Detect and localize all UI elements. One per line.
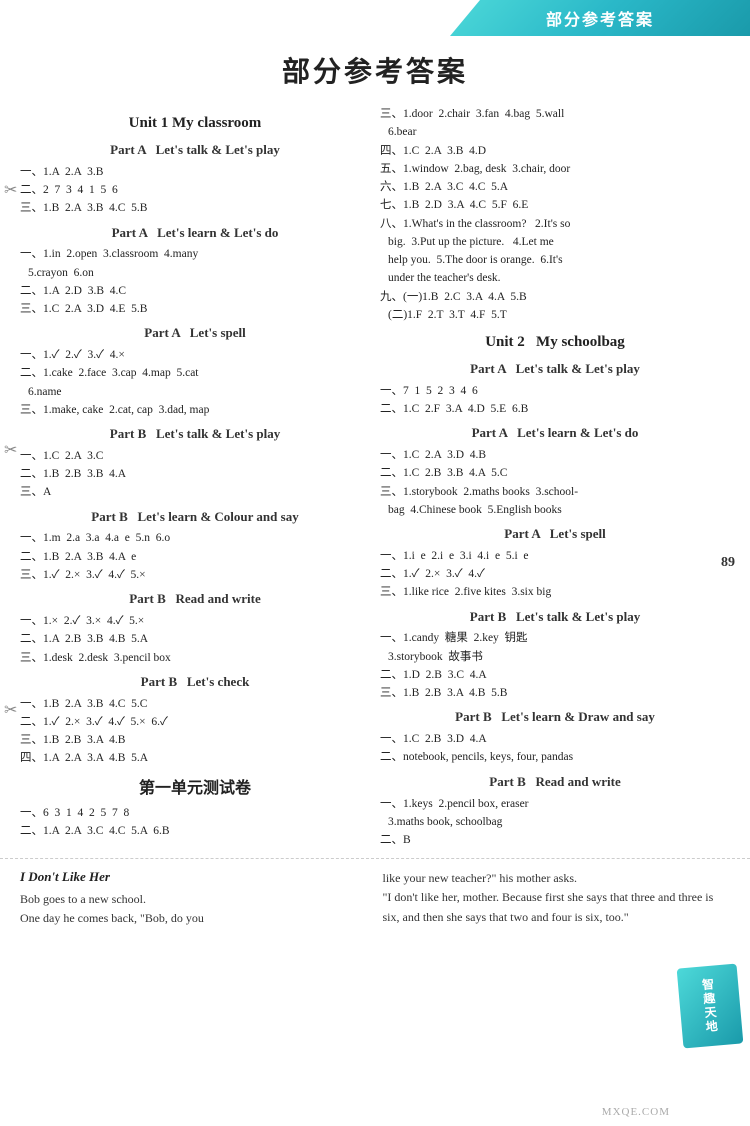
page-container: 部分参考答案 部分参考答案 Unit 1 My classroom Part A… [0, 0, 750, 1126]
chinese-unit-title: 第一单元测试卷 [20, 776, 370, 802]
section-title-r4: Part B Let's talk & Let's play [380, 607, 730, 628]
section-title-3: Part A Let's spell [20, 323, 370, 344]
answer-line: 二、notebook, pencils, keys, four, pandas [380, 749, 730, 766]
answer-line: 二、B [380, 832, 730, 849]
section-title-r5: Part B Let's learn & Draw and say [380, 707, 730, 728]
answer-line: 一、1.C 2.A 3.C [20, 448, 370, 465]
answer-line: 一、1.C 2.B 3.D 4.A [380, 731, 730, 748]
story-text-right: like your new teacher?" his mother asks.… [383, 869, 731, 927]
answer-line: 二、1.A 2.A 3.C 4.C 5.A 6.B [20, 823, 370, 840]
answer-line: 二、1.A 2.D 3.B 4.C [20, 283, 370, 300]
section-title-7: Part B Let's check [20, 672, 370, 693]
answer-line: 三、1.B 2.B 3.A 4.B [20, 732, 370, 749]
answer-line: 三、1.desk 2.desk 3.pencil box [20, 650, 370, 667]
right-column: 三、1.door 2.chair 3.fan 4.bag 5.wall 6.be… [380, 105, 730, 850]
answer-line: 三、1.like rice 2.five kites 3.six big [380, 584, 730, 601]
answer-line: 一、1.A 2.A 3.B [20, 164, 370, 181]
answer-line: 二、1.B 2.A 3.B 4.A e [20, 549, 370, 566]
content-wrapper: Unit 1 My classroom Part A Let's talk & … [0, 105, 750, 850]
header-bar: 部分参考答案 [450, 0, 750, 36]
answer-line: 一、6 3 1 4 2 5 7 8 [20, 805, 370, 822]
answer-line: 三、1.B 2.A 3.B 4.C 5.B [20, 200, 370, 217]
unit1-title: Unit 1 My classroom [20, 111, 370, 135]
answer-line: (二)1.F 2.T 3.T 4.F 5.T [380, 307, 730, 324]
answer-line: 3.maths book, schoolbag [380, 814, 730, 831]
answer-line: 一、1.m 2.a 3.a 4.a e 5.n 6.o [20, 530, 370, 547]
answer-line: 三、1.B 2.B 3.A 4.B 5.B [380, 685, 730, 702]
answer-line: 5.crayon 6.on [20, 265, 370, 282]
bottom-section: I Don't Like Her Bob goes to a new schoo… [0, 858, 750, 933]
answer-line: 二、1.✓ 2.× 3.✓ 4.✓ [380, 566, 730, 583]
bottom-right: like your new teacher?" his mother asks.… [383, 869, 731, 928]
answer-line: 四、1.A 2.A 3.A 4.B 5.A [20, 750, 370, 767]
answer-line: 一、1.keys 2.pencil box, eraser [380, 796, 730, 813]
answer-line: 一、1.B 2.A 3.B 4.C 5.C [20, 696, 370, 713]
watermark: MXQE.COM [602, 1106, 670, 1118]
answer-line: 二、2 7 3 4 1 5 6 [20, 182, 370, 199]
zq-text: 智趣天地 [699, 977, 721, 1034]
answer-line: 七、1.B 2.D 3.A 4.C 5.F 6.E [380, 197, 730, 214]
answer-line: 二、1.B 2.B 3.B 4.A [20, 466, 370, 483]
answer-line: 三、1.storybook 2.maths books 3.school- [380, 484, 730, 501]
left-column: Unit 1 My classroom Part A Let's talk & … [20, 105, 370, 850]
answer-line: 二、1.cake 2.face 3.cap 4.map 5.cat [20, 365, 370, 382]
bottom-left: I Don't Like Her Bob goes to a new schoo… [20, 869, 368, 928]
answer-line: 三、1.C 2.A 3.D 4.E 5.B [20, 301, 370, 318]
page-number: 89 [721, 555, 735, 571]
answer-line: 九、(一)1.B 2.C 3.A 4.A 5.B [380, 289, 730, 306]
answer-line: 四、1.C 2.A 3.B 4.D [380, 143, 730, 160]
zq-badge: 智趣天地 [677, 964, 744, 1049]
answer-line: 二、1.C 2.F 3.A 4.D 5.E 6.B [380, 401, 730, 418]
section-title-r2: Part A Let's learn & Let's do [380, 423, 730, 444]
unit2-title: Unit 2 My schoolbag [380, 330, 730, 354]
section-title-r3: Part A Let's spell [380, 524, 730, 545]
answer-line: 二、1.C 2.B 3.B 4.A 5.C [380, 465, 730, 482]
answer-line: 三、1.make, cake 2.cat, cap 3.dad, map [20, 402, 370, 419]
answer-line: 三、A [20, 484, 370, 501]
scissors-decoration-2: ✂ [4, 440, 17, 460]
answer-line: 五、1.window 2.bag, desk 3.chair, door [380, 161, 730, 178]
answer-line: 二、1.A 2.B 3.B 4.B 5.A [20, 631, 370, 648]
answer-line: 二、1.D 2.B 3.C 4.A [380, 667, 730, 684]
answer-line: 6.name [20, 384, 370, 401]
answer-line: bag 4.Chinese book 5.English books [380, 502, 730, 519]
scissors-decoration: ✂ [4, 180, 17, 200]
answer-line: big. 3.Put up the picture. 4.Let me [380, 234, 730, 251]
answer-line: 一、1.✓ 2.✓ 3.✓ 4.× [20, 347, 370, 364]
section-title-5: Part B Let's learn & Colour and say [20, 507, 370, 528]
section-title-2: Part A Let's learn & Let's do [20, 223, 370, 244]
answer-line: 二、1.✓ 2.× 3.✓ 4.✓ 5.× 6.✓ [20, 714, 370, 731]
answer-line: 一、7 1 5 2 3 4 6 [380, 383, 730, 400]
answer-line: help you. 5.The door is orange. 6.It's [380, 252, 730, 269]
answer-line: 三、1.✓ 2.× 3.✓ 4.✓ 5.× [20, 567, 370, 584]
story-title: I Don't Like Her [20, 869, 368, 885]
header-title: 部分参考答案 [546, 6, 654, 30]
answer-line: 6.bear [380, 124, 730, 141]
story-text-left: Bob goes to a new school.One day he come… [20, 890, 368, 928]
section-title-4: Part B Let's talk & Let's play [20, 424, 370, 445]
answer-line: 三、1.door 2.chair 3.fan 4.bag 5.wall [380, 106, 730, 123]
answer-line: 一、1.× 2.✓ 3.× 4.✓ 5.× [20, 613, 370, 630]
answer-line: 六、1.B 2.A 3.C 4.C 5.A [380, 179, 730, 196]
section-title-r1: Part A Let's talk & Let's play [380, 359, 730, 380]
answer-line: 一、1.in 2.open 3.classroom 4.many [20, 246, 370, 263]
scissors-decoration-3: ✂ [4, 700, 17, 720]
answer-line: 八、1.What's in the classroom? 2.It's so [380, 216, 730, 233]
section-title-6: Part B Read and write [20, 589, 370, 610]
answer-line: 3.storybook 故事书 [380, 649, 730, 666]
section-title-1: Part A Let's talk & Let's play [20, 140, 370, 161]
answer-line: 一、1.candy 糖果 2.key 钥匙 [380, 630, 730, 647]
answer-line: 一、1.C 2.A 3.D 4.B [380, 447, 730, 464]
answer-line: under the teacher's desk. [380, 270, 730, 287]
section-title-r6: Part B Read and write [380, 772, 730, 793]
answer-line: 一、1.i e 2.i e 3.i 4.i e 5.i e [380, 548, 730, 565]
